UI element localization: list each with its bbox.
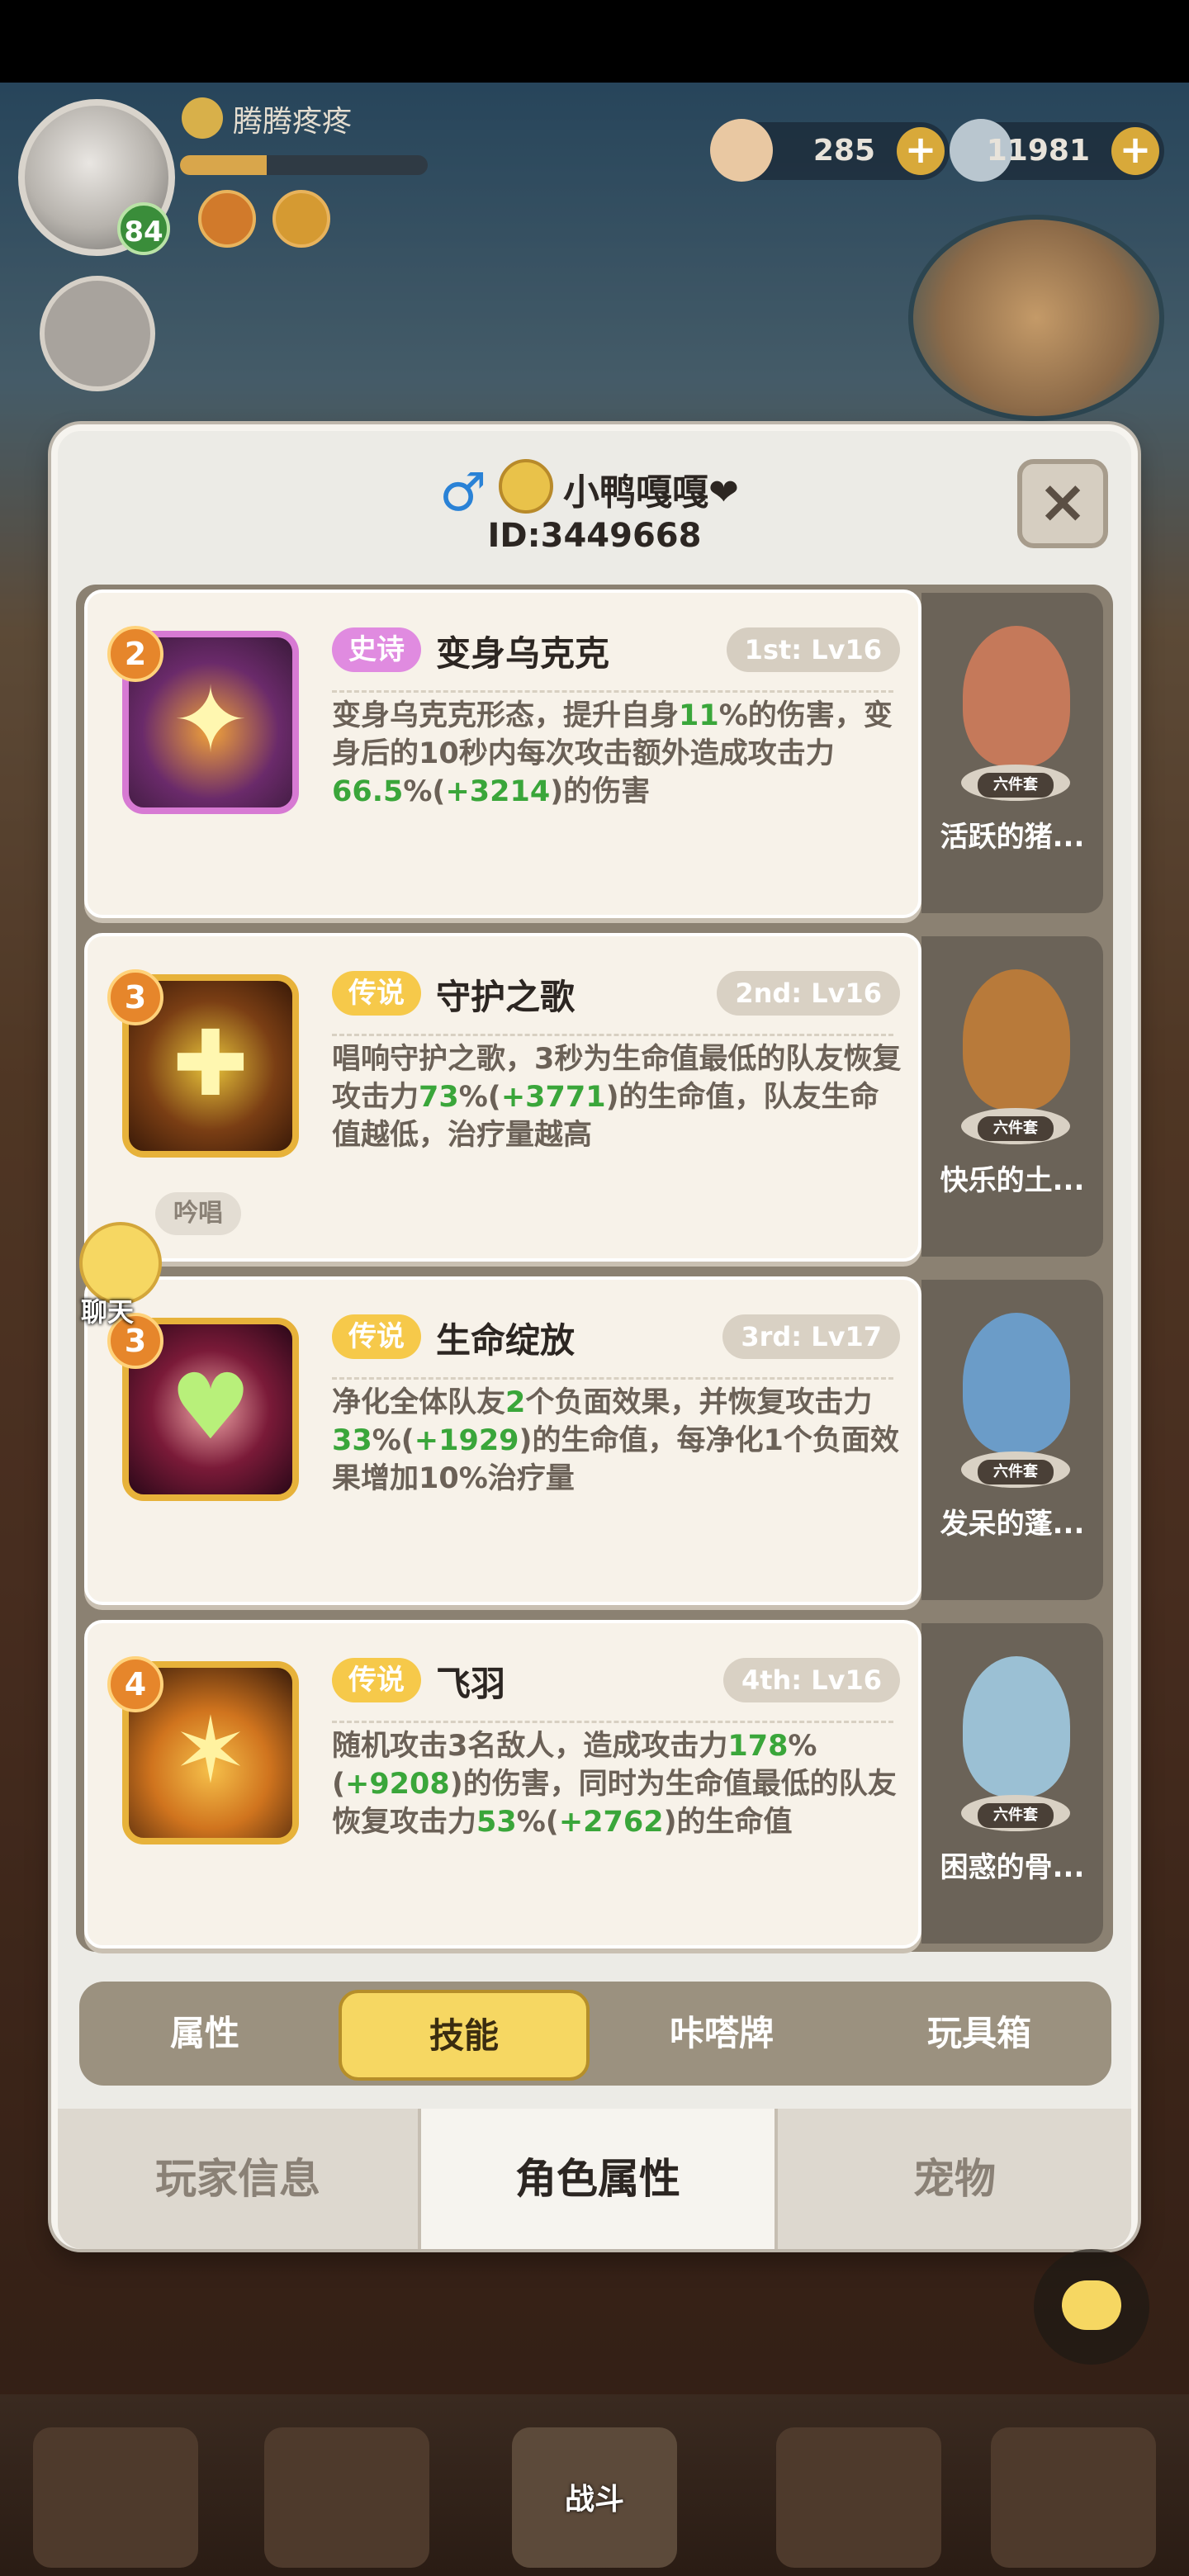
- skill-slot-level: 2nd: Lv16: [717, 971, 900, 1016]
- tab-character-attributes[interactable]: 角色属性: [418, 2109, 778, 2249]
- pet-panel[interactable]: 六件套 快乐的土...: [921, 936, 1103, 1257]
- modal-header: ♂ 小鸭嘎嘎❤ ID:3449668 ×: [58, 431, 1131, 563]
- rank-badge: 2: [107, 626, 163, 682]
- pet-monkey-icon: [963, 969, 1070, 1110]
- emoji-face-icon: [499, 459, 553, 514]
- close-button[interactable]: ×: [1017, 459, 1108, 548]
- hud-player-name: 腾腾疼疼: [233, 105, 353, 139]
- currency-gem-value: 11981: [986, 134, 1090, 168]
- status-bar: [0, 0, 1189, 83]
- chant-tag: 吟唱: [155, 1192, 241, 1235]
- card-divider: [332, 690, 893, 693]
- speech-bubble-icon: [1062, 2280, 1121, 2330]
- tab-toybox[interactable]: 玩具箱: [854, 1982, 1105, 2086]
- rank-badge: 4: [107, 1656, 163, 1712]
- shell-icon: [710, 119, 773, 182]
- pet-set-tag: 六件套: [978, 1460, 1054, 1485]
- pet-fluffy-icon: [963, 1313, 1070, 1453]
- nav-pet[interactable]: [776, 2427, 941, 2568]
- tab-skills[interactable]: 技能: [339, 1990, 590, 2081]
- skill-card[interactable]: ✶ 4 传说 飞羽 4th: Lv16 随机攻击3名敌人，造成攻击力178%(+…: [84, 1620, 921, 1949]
- card-divider: [332, 1721, 893, 1723]
- minimap[interactable]: [908, 215, 1164, 421]
- skill-slot-level: 1st: Lv16: [726, 627, 900, 672]
- card-divider: [332, 1377, 893, 1380]
- rarity-tag: 传说: [332, 1658, 421, 1702]
- pet-set-tag: 六件套: [978, 1116, 1054, 1141]
- pet-panel[interactable]: 六件套 发呆的蓬...: [921, 1280, 1103, 1600]
- skill-description: 变身乌克克形态，提升自身11%的伤害，变身后的10秒内每次攻击额外造成攻击力66…: [332, 699, 893, 808]
- pet-panel[interactable]: 六件套 活跃的猪...: [921, 593, 1103, 913]
- buff-icon-2[interactable]: [272, 190, 330, 248]
- chat-float-button[interactable]: 聊天: [50, 1222, 165, 1328]
- rarity-tag: 传说: [332, 971, 421, 1016]
- currency-shell: 285 +: [710, 119, 950, 182]
- exp-bar: [180, 155, 428, 175]
- skill-description: 净化全体队友2个负面效果，并恢复攻击力33%(+1929)的生命值，每净化1个负…: [332, 1386, 899, 1495]
- tab-pets[interactable]: 宠物: [778, 2109, 1131, 2249]
- pet-set-tag: 六件套: [978, 1803, 1054, 1828]
- add-gem-button[interactable]: +: [1111, 127, 1159, 175]
- tab-cards[interactable]: 咔嗒牌: [596, 1982, 847, 2086]
- sub-tab-bar: 属性 技能 咔嗒牌 玩具箱: [79, 1982, 1111, 2086]
- pet-set-tag: 六件套: [978, 773, 1054, 798]
- male-gender-icon: ♂: [439, 462, 487, 523]
- currency-gem: 11981 +: [950, 119, 1164, 182]
- rarity-tag: 传说: [332, 1314, 421, 1359]
- rank-badge: 3: [107, 969, 163, 1025]
- pet-name: 发呆的蓬...: [940, 1508, 1085, 1541]
- skill-description: 唱响守护之歌，3秒为生命值最低的队友恢复攻击力73%(+3771)的生命值，队友…: [332, 1043, 902, 1152]
- chat-button[interactable]: [1034, 2249, 1149, 2365]
- player-id: ID:3449668: [487, 517, 702, 555]
- tab-attributes[interactable]: 属性: [79, 1982, 330, 2086]
- pet-panel[interactable]: 六件套 困惑的骨...: [921, 1623, 1103, 1944]
- skill-description: 随机攻击3名敌人，造成攻击力178%(+9208)的伤害，同时为生命值最低的队友…: [332, 1730, 897, 1839]
- player-level-badge: 84: [117, 202, 170, 255]
- buff-icon-1[interactable]: [198, 190, 256, 248]
- skill-card[interactable]: ♥ 3 传说 生命绽放 3rd: Lv17 净化全体队友2个负面效果，并恢复攻击…: [84, 1276, 921, 1605]
- exp-bar-fill: [180, 155, 267, 175]
- skill-slot-level: 4th: Lv16: [722, 1658, 900, 1702]
- nav-gacha[interactable]: [991, 2427, 1156, 2568]
- skill-name: 变身乌克克: [436, 633, 610, 674]
- pet-boar-icon: [963, 626, 1070, 766]
- rarity-tag: 史诗: [332, 627, 421, 672]
- bottom-tab-bar: 玩家信息 角色属性 宠物: [58, 2109, 1131, 2249]
- nav-character[interactable]: [33, 2427, 198, 2568]
- teammate-avatar[interactable]: [40, 276, 155, 391]
- skill-list: ✦ 2 史诗 变身乌克克 1st: Lv16 变身乌克克形态，提升自身11%的伤…: [76, 585, 1113, 1952]
- tab-player-info[interactable]: 玩家信息: [58, 2109, 418, 2249]
- skill-name: 守护之歌: [436, 977, 576, 1017]
- skill-card[interactable]: ✚ 3 传说 守护之歌 2nd: Lv16 唱响守护之歌，3秒为生命值最低的队友…: [84, 933, 921, 1262]
- nav-battle-label: 战斗: [564, 2483, 624, 2517]
- skill-name: 生命绽放: [436, 1320, 576, 1361]
- pet-name: 快乐的土...: [940, 1164, 1085, 1197]
- card-divider: [332, 1034, 893, 1036]
- player-name: 小鸭嘎嘎❤: [563, 471, 739, 514]
- player-info-modal: ♂ 小鸭嘎嘎❤ ID:3449668 × ✦ 2 史诗 变身乌克克 1st: L…: [51, 424, 1138, 2249]
- chat-label: 聊天: [80, 1296, 134, 1328]
- skill-card[interactable]: ✦ 2 史诗 变身乌克克 1st: Lv16 变身乌克克形态，提升自身11%的伤…: [84, 590, 921, 918]
- add-shell-button[interactable]: +: [897, 127, 945, 175]
- skill-name: 飞羽: [436, 1664, 506, 1704]
- nav-hero[interactable]: [264, 2427, 429, 2568]
- skill-slot-level: 3rd: Lv17: [722, 1314, 900, 1359]
- currency-shell-value: 285: [812, 134, 875, 168]
- emoji-face-icon: [182, 97, 223, 139]
- pet-name: 困惑的骨...: [940, 1851, 1085, 1884]
- pet-dino-icon: [963, 1656, 1070, 1797]
- pet-name: 活跃的猪...: [940, 821, 1085, 854]
